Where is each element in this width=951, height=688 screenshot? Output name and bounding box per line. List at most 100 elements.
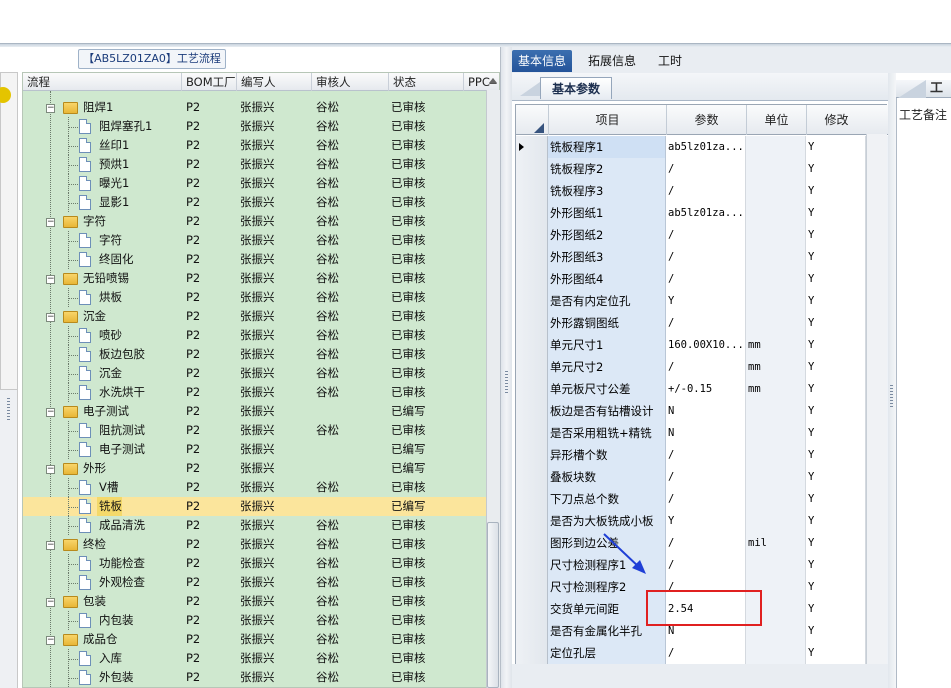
tree-row[interactable]: 成品清洗 P2 张振兴 谷松 已审核 <box>23 516 486 535</box>
tree-row[interactable]: 显影1 P2 张振兴 谷松 已审核 <box>23 193 486 212</box>
tree-row[interactable]: − 包装 P2 张振兴 谷松 已审核 <box>23 592 486 611</box>
collapse-toggle-icon[interactable]: − <box>46 218 55 227</box>
row-header[interactable] <box>516 356 548 378</box>
row-header[interactable] <box>516 334 548 356</box>
grid-row[interactable]: 是否为大板铣成小板 Y Y <box>516 510 888 532</box>
tree-row[interactable]: 曝光1 P2 张振兴 谷松 已审核 <box>23 174 486 193</box>
row-header[interactable] <box>516 576 548 598</box>
tree-row[interactable]: 功能检查 P2 张振兴 谷松 已审核 <box>23 554 486 573</box>
param-cell[interactable]: / <box>666 312 746 334</box>
tree-row[interactable]: − 成品仓 P2 张振兴 谷松 已审核 <box>23 630 486 649</box>
collapse-toggle-icon[interactable]: − <box>46 636 55 645</box>
panel-splitter[interactable] <box>500 47 512 688</box>
splitter-grip-icon[interactable] <box>7 398 10 420</box>
tree-row[interactable]: 沉金 P2 张振兴 谷松 已审核 <box>23 364 486 383</box>
param-cell[interactable]: +/-0.15 <box>666 378 746 400</box>
row-header[interactable] <box>516 158 548 180</box>
tree-row[interactable]: 终固化 P2 张振兴 谷松 已审核 <box>23 250 486 269</box>
param-cell[interactable]: ab5lz01za... <box>666 136 746 158</box>
collapse-toggle-icon[interactable]: − <box>46 408 55 417</box>
param-cell[interactable]: 160.00X10... <box>666 334 746 356</box>
param-cell[interactable]: / <box>666 224 746 246</box>
row-header[interactable] <box>516 312 548 334</box>
param-cell[interactable]: Y <box>666 510 746 532</box>
grid-row[interactable]: 铣板程序2/ Y <box>516 158 888 180</box>
param-cell[interactable]: N <box>666 422 746 444</box>
tree-row[interactable]: − 无铅喷锡 P2 张振兴 谷松 已审核 <box>23 269 486 288</box>
col-header-status[interactable]: 状态 <box>388 73 463 91</box>
grid-row[interactable]: 叠板块数 / Y <box>516 466 888 488</box>
tree-row[interactable]: 阻焊塞孔1 P2 张振兴 谷松 已审核 <box>23 117 486 136</box>
row-header[interactable] <box>516 290 548 312</box>
col-header-edit[interactable]: 修改 <box>806 105 866 135</box>
grid-vertical-scrollbar[interactable] <box>866 134 887 664</box>
row-header[interactable] <box>516 202 548 224</box>
grid-row[interactable]: 异形槽个数 / Y <box>516 444 888 466</box>
row-header[interactable] <box>516 620 548 642</box>
tree-row[interactable]: − 电子测试 P2 张振兴 已编写 <box>23 402 486 421</box>
grid-row[interactable]: 板边是否有钻槽设计 N Y <box>516 400 888 422</box>
param-cell[interactable]: / <box>666 532 746 554</box>
collapse-toggle-icon[interactable]: − <box>46 541 55 550</box>
splitter-grip-icon[interactable] <box>505 371 508 393</box>
tab-extended-info[interactable]: 拓展信息 <box>582 50 642 72</box>
row-header[interactable] <box>516 642 548 664</box>
grid-row[interactable]: 外形图纸2/ Y <box>516 224 888 246</box>
tree-row[interactable]: 预烘1 P2 张振兴 谷松 已审核 <box>23 155 486 174</box>
param-cell[interactable]: / <box>666 158 746 180</box>
tree-row[interactable]: 丝印1 P2 张振兴 谷松 已审核 <box>23 136 486 155</box>
param-cell[interactable]: / <box>666 488 746 510</box>
row-header[interactable] <box>516 488 548 510</box>
collapse-toggle-icon[interactable]: − <box>46 465 55 474</box>
tree-row[interactable]: − 阻焊1 P2 张振兴 谷松 已审核 <box>23 98 486 117</box>
row-header[interactable] <box>516 466 548 488</box>
grid-row[interactable]: 是否有内定位孔 Y Y <box>516 290 888 312</box>
collapse-toggle-icon[interactable]: − <box>46 313 55 322</box>
col-header-unit[interactable]: 单位 <box>746 105 806 135</box>
grid-row[interactable]: 定位孔层 / Y <box>516 642 888 664</box>
collapse-toggle-icon[interactable]: − <box>46 275 55 284</box>
param-cell[interactable]: Y <box>666 290 746 312</box>
grid-row[interactable]: 尺寸检测程序1/Y <box>516 554 888 576</box>
param-cell[interactable]: / <box>666 180 746 202</box>
tab-work-hours[interactable]: 工时 <box>652 50 688 72</box>
grid-row[interactable]: 外形图纸3/ Y <box>516 246 888 268</box>
tree-row[interactable]: 字符 P2 张振兴 谷松 已审核 <box>23 231 486 250</box>
param-cell[interactable]: ab5lz01za... <box>666 202 746 224</box>
col-header-bom-factory[interactable]: BOM工厂 <box>181 73 236 91</box>
row-header[interactable] <box>516 180 548 202</box>
tree-row[interactable]: 铣板 P2 张振兴 已编写 <box>23 497 486 516</box>
grid-row[interactable]: 单元尺寸2/mm Y <box>516 356 888 378</box>
param-cell[interactable]: / <box>666 466 746 488</box>
tree-scroll-thumb[interactable] <box>487 522 499 688</box>
tree-row[interactable]: − 字符 P2 张振兴 谷松 已审核 <box>23 212 486 231</box>
grid-row[interactable]: 外形图纸4/ Y <box>516 268 888 290</box>
grid-row[interactable]: 铣板程序1 ab5lz01za... Y <box>516 136 888 158</box>
param-cell[interactable]: / <box>666 554 746 576</box>
row-header[interactable] <box>516 224 548 246</box>
tree-row[interactable]: 入库 P2 张振兴 谷松 已审核 <box>23 649 486 668</box>
row-header[interactable] <box>516 598 548 620</box>
tree-row[interactable]: − 终检 P2 张振兴 谷松 已审核 <box>23 535 486 554</box>
collapse-toggle-icon[interactable]: − <box>46 104 55 113</box>
tree-row[interactable]: 水洗烘干 P2 张振兴 谷松 已审核 <box>23 383 486 402</box>
param-cell[interactable]: / <box>666 356 746 378</box>
row-header[interactable] <box>516 532 548 554</box>
col-header-reviewer[interactable]: 审核人 <box>311 73 388 91</box>
tree-row[interactable]: 内包装 P2 张振兴 谷松 已审核 <box>23 611 486 630</box>
tree-row[interactable]: 板边包胶 P2 张振兴 谷松 已审核 <box>23 345 486 364</box>
grid-row[interactable]: 单元板尺寸公差 +/-0.15 mm Y <box>516 378 888 400</box>
right-splitter[interactable] <box>888 73 896 688</box>
param-cell[interactable]: N <box>666 400 746 422</box>
row-header[interactable] <box>516 378 548 400</box>
grid-row[interactable]: 是否采用粗铣+精铣 N Y <box>516 422 888 444</box>
row-header[interactable] <box>516 444 548 466</box>
tree-row[interactable]: 电子测试 P2 张振兴 已编写 <box>23 440 486 459</box>
tree-row[interactable]: − 外形 P2 张振兴 已编写 <box>23 459 486 478</box>
row-header[interactable] <box>516 422 548 444</box>
col-header-param[interactable]: 参数 <box>666 105 746 135</box>
row-header[interactable] <box>516 246 548 268</box>
tree-row[interactable]: 喷砂 P2 张振兴 谷松 已审核 <box>23 326 486 345</box>
left-collapsed-panel[interactable] <box>0 72 18 390</box>
splitter-grip-icon[interactable] <box>890 385 893 407</box>
